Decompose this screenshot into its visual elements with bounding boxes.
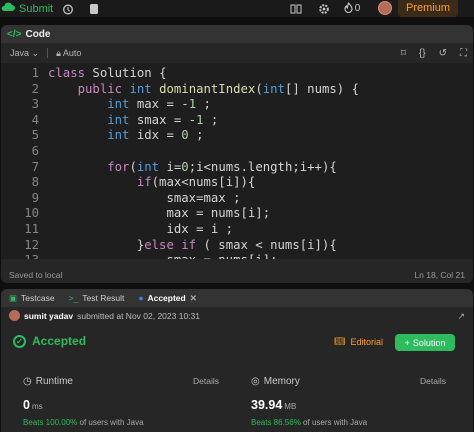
result-panel: ▣ Testcase >_ Test Result ● Accepted ✕ s… <box>1 289 473 432</box>
status-badge: ✓ Accepted <box>13 334 86 348</box>
runtime-beats: Beats 100.00% of users with Java <box>23 418 144 427</box>
code-editor[interactable]: 1 class Solution {2 public int dominantIn… <box>1 63 473 259</box>
line-number: 7 <box>31 159 39 174</box>
alarm-icon[interactable] <box>61 2 75 15</box>
code-line[interactable]: 1 class Solution { <box>1 65 473 81</box>
code-line[interactable]: 4 int smax = -1 ; <box>1 112 473 128</box>
code-line[interactable]: 5 int idx = 0 ; <box>1 127 473 143</box>
line-number: 12 <box>24 237 39 252</box>
code-text: if(max<nums[i]){ <box>136 175 256 190</box>
lock-icon: 🔒︎ <box>56 47 61 58</box>
plus-icon: + <box>404 337 410 348</box>
submit-label: Submit <box>19 2 54 15</box>
language-select[interactable]: Java ⌄ <box>10 48 39 59</box>
submitter-name[interactable]: sumit yadav <box>24 311 73 321</box>
premium-button[interactable]: Premium <box>398 0 458 17</box>
close-icon[interactable]: ✕ <box>190 293 197 304</box>
status-text: Accepted <box>32 334 87 348</box>
code-line[interactable]: 10 max = nums[i]; <box>1 205 473 221</box>
code-line[interactable]: 9 smax=max ; <box>1 190 473 206</box>
code-panel-title: Code <box>25 28 51 40</box>
code-text: class Solution { <box>48 66 167 80</box>
line-number: 8 <box>31 175 39 190</box>
code-text: int idx = 0 ; <box>107 128 204 143</box>
submitted-text: submitted at Nov 02, 2023 10:31 <box>77 310 201 321</box>
note-icon[interactable] <box>87 2 101 15</box>
cloud-upload-icon <box>1 2 15 15</box>
code-line[interactable]: 2 public int dominantIndex(int[] nums) { <box>1 81 473 97</box>
runtime-value: 0 ms <box>23 398 43 412</box>
chevron-down-icon: ⌄ <box>31 47 40 58</box>
code-line[interactable]: 7 for(int i=0;i<nums.length;i++){ <box>1 159 473 175</box>
memory-beats: Beats 86.56% of users with Java <box>251 418 368 427</box>
editor-toolbar: Java ⌄ 🔒︎ Auto ⌑ {} ↺ ⛶ <box>1 43 473 64</box>
braces-icon[interactable]: {} <box>419 48 426 59</box>
fire-icon <box>344 1 353 16</box>
code-line[interactable]: 12 }else if ( smax < nums[i]){ <box>1 237 473 253</box>
streak-counter[interactable]: 0 <box>342 1 362 16</box>
line-number: 2 <box>31 81 39 96</box>
runtime-details-link[interactable]: Details <box>193 376 219 386</box>
code-line[interactable]: 6 <box>1 143 473 159</box>
code-text: smax = nums[i]; <box>48 252 277 259</box>
line-number: 9 <box>31 190 39 205</box>
code-text: public int dominantIndex(int[] nums) { <box>77 81 359 96</box>
memory-details-link[interactable]: Details <box>420 376 446 386</box>
avatar[interactable] <box>378 1 392 15</box>
code-text: }else if ( smax < nums[i]){ <box>48 237 337 252</box>
memory-label: ◎ Memory <box>251 376 300 387</box>
check-icon: ✓ <box>13 334 26 348</box>
code-text: max = nums[i]; <box>48 206 271 221</box>
chip-icon: ◎ <box>251 376 260 387</box>
tab-test-result[interactable]: >_ Test Result <box>69 293 125 303</box>
line-number: 1 <box>31 66 39 80</box>
terminal-icon: >_ <box>68 293 79 303</box>
submit-button[interactable]: Submit <box>0 0 53 17</box>
code-text: smax=max ; <box>48 190 241 205</box>
code-text: int max = -1 ; <box>107 97 211 112</box>
cursor-position: Ln 18, Col 21 <box>414 269 465 280</box>
autosave-indicator: 🔒︎ Auto <box>56 47 82 58</box>
avatar <box>9 310 20 321</box>
line-number: 11 <box>24 222 39 236</box>
code-line[interactable]: 8 if(max<nums[i]){ <box>1 174 473 190</box>
clock-icon: ◷ <box>23 376 32 387</box>
editor-status-bar: Saved to local Ln 18, Col 21 <box>1 266 473 283</box>
top-bar: Submit 0 Premium <box>0 0 474 17</box>
code-text: idx = i ; <box>48 222 234 236</box>
code-panel-header: </> Code <box>1 25 473 43</box>
layout-icon[interactable] <box>289 2 303 15</box>
line-number: 5 <box>31 128 39 143</box>
code-text: int smax = -1 ; <box>107 112 219 127</box>
bookmark-icon[interactable]: ⌑ <box>401 48 406 59</box>
code-line[interactable]: 11 idx = i ; <box>1 221 473 237</box>
tab-testcase[interactable]: ▣ Testcase <box>9 293 55 304</box>
code-icon: </> <box>7 28 22 40</box>
tab-accepted[interactable]: ● Accepted ✕ <box>138 293 197 304</box>
memory-value: 39.94 MB <box>251 398 297 412</box>
streak-count: 0 <box>354 3 361 14</box>
saved-status: Saved to local <box>9 269 63 280</box>
reset-icon[interactable]: ↺ <box>439 48 447 59</box>
checkbox-icon: ▣ <box>9 292 18 303</box>
line-number: 13 <box>1 252 39 259</box>
result-tabs: ▣ Testcase >_ Test Result ● Accepted ✕ <box>1 289 473 307</box>
code-text: for(int i=0;i<nums.length;i++){ <box>107 159 337 174</box>
code-line[interactable]: 13 smax = nums[i]; <box>1 252 473 259</box>
fullscreen-icon[interactable]: ⛶ <box>460 48 467 59</box>
editorial-button[interactable]: 📖︎ Editorial <box>334 336 383 347</box>
code-panel: </> Code Java ⌄ 🔒︎ Auto ⌑ {} ↺ ⛶ 1 class … <box>1 25 473 283</box>
solution-button[interactable]: + Solution <box>395 334 455 351</box>
line-number: 3 <box>31 97 39 112</box>
line-number: 6 <box>31 144 39 158</box>
gear-icon[interactable] <box>317 2 331 15</box>
flask-icon: ● <box>138 293 144 303</box>
book-icon: 📖︎ <box>334 336 346 346</box>
copy-link-icon[interactable]: ↗ <box>457 311 465 322</box>
line-number: 4 <box>31 112 39 127</box>
code-line[interactable]: 3 int max = -1 ; <box>1 96 473 112</box>
line-number: 10 <box>24 206 39 221</box>
runtime-label: ◷ Runtime <box>23 376 73 387</box>
submission-info: sumit yadav submitted at Nov 02, 2023 10… <box>1 307 473 324</box>
